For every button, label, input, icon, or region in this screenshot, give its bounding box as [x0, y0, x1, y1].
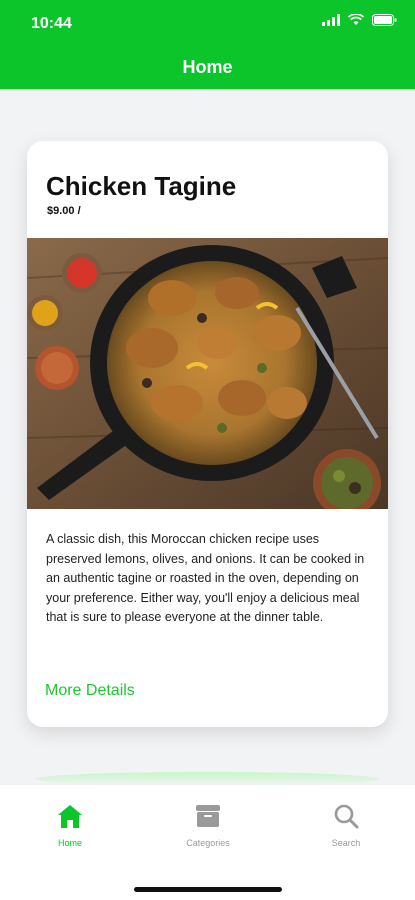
- tab-search-label: Search: [331, 838, 361, 848]
- product-card[interactable]: Chicken Tagine $9.00 / A classic dish, t…: [27, 141, 388, 727]
- product-title: Chicken Tagine: [46, 171, 237, 201]
- product-price: $9.00 /: [47, 205, 81, 217]
- status-icons: [322, 14, 397, 26]
- product-description: A classic dish, this Moroccan chicken re…: [46, 532, 365, 624]
- search-icon: [334, 804, 359, 829]
- more-details-link[interactable]: More Details: [45, 682, 135, 700]
- page-title: Home: [182, 57, 233, 77]
- tab-categories-label: Categories: [186, 838, 230, 848]
- tab-home[interactable]: Home: [30, 803, 110, 848]
- product-image: [27, 238, 388, 509]
- wifi-icon: [348, 14, 364, 25]
- tab-bar: Home Categories Search: [0, 785, 415, 900]
- categories-icon: [196, 805, 220, 827]
- home-indicator: [134, 887, 282, 892]
- status-time: 10:44: [31, 15, 72, 32]
- tab-categories[interactable]: Categories: [168, 803, 248, 848]
- tab-home-label: Home: [57, 838, 82, 848]
- scroll-shadow: [35, 772, 380, 786]
- home-icon: [58, 805, 82, 828]
- tab-search[interactable]: Search: [306, 803, 386, 848]
- signal-icon: [322, 14, 340, 26]
- top-header: 10:44 Home: [0, 0, 415, 89]
- battery-icon: [372, 14, 397, 26]
